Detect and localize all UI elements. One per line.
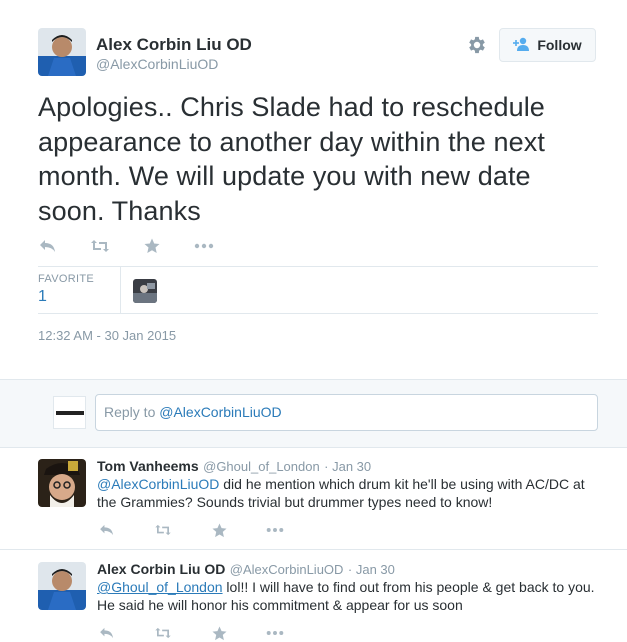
reply-actions-1 (97, 521, 285, 539)
reply-avatar-alex[interactable] (38, 562, 86, 610)
current-user-avatar (53, 396, 86, 429)
reply-author-handle[interactable]: @AlexCorbinLiuOD (230, 562, 344, 577)
retweet-icon[interactable] (153, 624, 173, 642)
stats-bottom-divider (38, 313, 598, 314)
reply-divider (0, 549, 627, 550)
reply-mention-link[interactable]: @Ghoul_of_London (97, 579, 223, 595)
reply-icon[interactable] (97, 521, 117, 539)
reply-author-name[interactable]: Alex Corbin Liu OD (97, 561, 225, 577)
favorite-star-icon[interactable] (209, 624, 229, 642)
follow-button[interactable]: Follow (499, 28, 596, 62)
stats-top-divider (38, 266, 598, 267)
reply-date[interactable]: Jan 30 (332, 459, 371, 474)
favoriter-avatar[interactable] (133, 279, 157, 303)
reply-input[interactable]: Reply to @AlexCorbinLiuOD (95, 394, 598, 431)
favorite-label: FAVORITE (38, 273, 94, 285)
more-dots-icon[interactable] (194, 237, 214, 255)
follow-label: Follow (537, 37, 582, 53)
reply-author-name[interactable]: Tom Vanheems (97, 458, 199, 474)
reply-actions-2 (97, 624, 285, 642)
reply-header-2: Alex Corbin Liu OD @AlexCorbinLiuOD · Ja… (97, 561, 395, 577)
more-dots-icon[interactable] (265, 624, 285, 642)
reply-avatar-tom[interactable] (38, 459, 86, 507)
reply-text-2: @Ghoul_of_London lol!! I will have to fi… (97, 578, 597, 614)
tweet-timestamp[interactable]: 12:32 AM - 30 Jan 2015 (38, 328, 176, 343)
stats-separator (120, 267, 121, 313)
reply-prefix: Reply to (104, 404, 160, 420)
more-dots-icon[interactable] (265, 521, 285, 539)
favorite-count[interactable]: 1 (38, 288, 47, 306)
reply-date[interactable]: Jan 30 (356, 562, 395, 577)
gear-icon[interactable] (466, 34, 488, 56)
reply-header-1: Tom Vanheems @Ghoul_of_London · Jan 30 (97, 458, 372, 474)
favorite-star-icon[interactable] (142, 237, 162, 255)
author-handle[interactable]: @AlexCorbinLiuOD (96, 56, 218, 72)
reply-mention-link[interactable]: @AlexCorbinLiuOD (97, 476, 219, 492)
favorite-star-icon[interactable] (209, 521, 229, 539)
author-avatar[interactable] (38, 28, 86, 76)
reply-icon[interactable] (97, 624, 117, 642)
author-name[interactable]: Alex Corbin Liu OD (96, 35, 252, 55)
tweet-text: Apologies.. Chris Slade had to reschedul… (38, 92, 545, 226)
retweet-icon[interactable] (153, 521, 173, 539)
tweet-actions (38, 237, 214, 255)
reply-mention: @AlexCorbinLiuOD (159, 404, 282, 420)
follow-person-icon (513, 37, 531, 54)
retweet-icon[interactable] (90, 237, 110, 255)
reply-icon[interactable] (38, 237, 58, 255)
reply-text-1: @AlexCorbinLiuOD did he mention which dr… (97, 475, 602, 511)
reply-author-handle[interactable]: @Ghoul_of_London (203, 459, 320, 474)
